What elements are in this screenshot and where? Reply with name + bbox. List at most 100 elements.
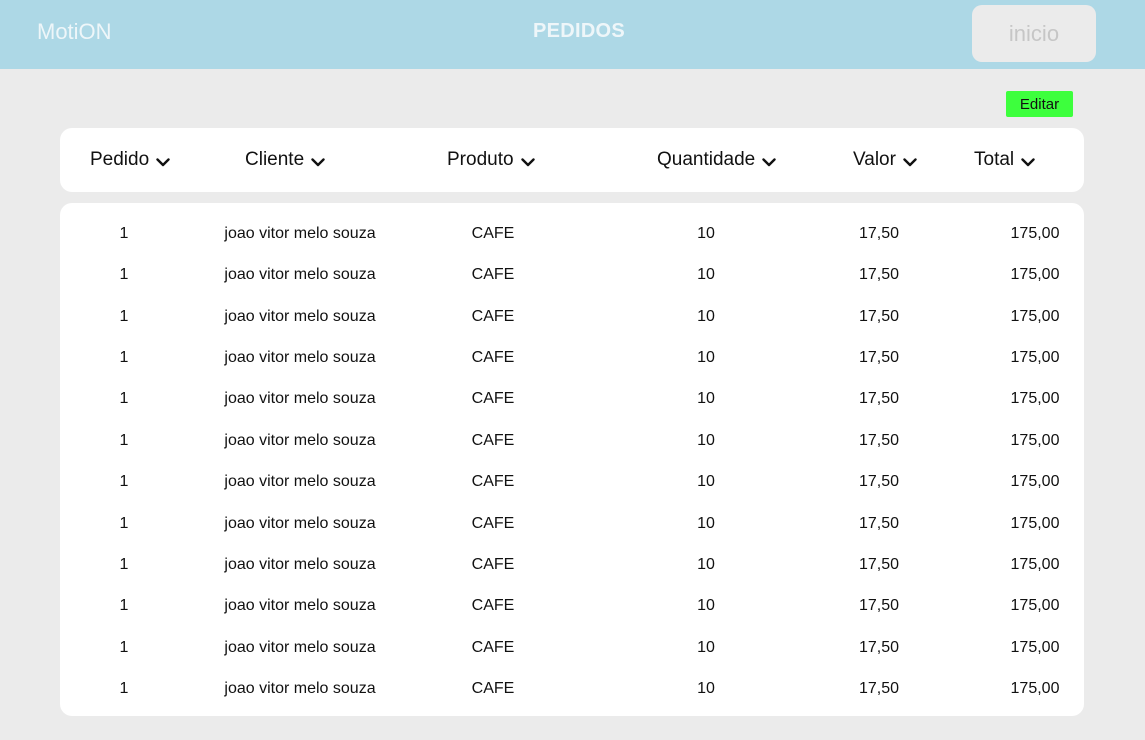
edit-button[interactable]: Editar (1006, 91, 1073, 117)
column-header-valor[interactable]: Valor (853, 128, 917, 192)
table-cell: 1 (119, 473, 129, 491)
column-header-quantidade[interactable]: Quantidade (657, 128, 776, 192)
column-header-label: Cliente (245, 149, 305, 170)
table-cell: 175,00 (1010, 307, 1060, 325)
table-cell: 17,50 (858, 473, 900, 491)
table-cell: 175,00 (1010, 349, 1060, 367)
chevron-down-icon (156, 157, 170, 166)
table-header: Pedido Cliente Produto Quantidade Valor … (60, 128, 1084, 192)
table-cell: 175,00 (1010, 431, 1060, 449)
chevron-down-icon (1021, 157, 1035, 166)
table-cell: joao vitor melo souza (224, 679, 376, 697)
table-cell: 10 (697, 266, 715, 284)
table-cell: CAFE (471, 679, 515, 697)
table-cell: 175,00 (1010, 514, 1060, 532)
column-header-produto[interactable]: Produto (447, 128, 535, 192)
table-cell: joao vitor melo souza (224, 473, 376, 491)
table-cell: 175,00 (1010, 555, 1060, 573)
table-cell: 175,00 (1010, 390, 1060, 408)
table-cell: 175,00 (1010, 638, 1060, 656)
table-cell: CAFE (471, 390, 515, 408)
chevron-down-icon (311, 157, 325, 166)
table-cell: 10 (697, 225, 715, 242)
table-cell: CAFE (471, 473, 515, 491)
table-cell: joao vitor melo souza (224, 307, 376, 325)
table-row[interactable]: 1 joao vitor melo souza CAFE 10 17,50 175,00 (60, 420, 1084, 461)
table-cell: CAFE (471, 555, 515, 573)
table-cell: 17,50 (858, 597, 900, 615)
table-cell: 17,50 (858, 225, 900, 242)
column-header-total[interactable]: Total (974, 128, 1035, 192)
table-cell: 17,50 (858, 266, 900, 284)
table-row[interactable]: 1 joao vitor melo souza CAFE 10 17,50 175,00 (60, 337, 1084, 378)
table-cell: 175,00 (1010, 266, 1060, 284)
table-row[interactable]: 1 joao vitor melo souza CAFE 10 17,50 175,00 (60, 296, 1084, 337)
table-cell: 1 (119, 431, 129, 449)
table-cell: 1 (119, 597, 129, 615)
column-header-label: Quantidade (657, 149, 756, 170)
table-cell: CAFE (471, 349, 515, 367)
inicio-button-label: inicio (1008, 20, 1060, 46)
table-row[interactable]: 1 joao vitor melo souza CAFE 10 17,50 175,00 (60, 544, 1084, 585)
table-cell: CAFE (471, 266, 515, 284)
chevron-down-icon (520, 157, 535, 166)
table-cell: 17,50 (858, 679, 900, 697)
table-cell: 17,50 (858, 431, 900, 449)
table-cell: 175,00 (1010, 679, 1060, 697)
table-cell: 17,50 (858, 390, 900, 408)
table-row[interactable]: 1 joao vitor melo souza CAFE 10 17,50 175,00 (60, 213, 1084, 254)
table-cell: 1 (119, 266, 129, 284)
table-cell: 10 (697, 473, 715, 491)
table-row[interactable]: 1 joao vitor melo souza CAFE 10 17,50 175,00 (60, 668, 1084, 709)
column-header-pedido[interactable]: Pedido (90, 128, 170, 192)
table-cell: 1 (119, 679, 129, 697)
chevron-down-icon (903, 157, 917, 166)
table-cell: 1 (119, 555, 129, 573)
table-row[interactable]: 1 joao vitor melo souza CAFE 10 17,50 175,00 (60, 378, 1084, 419)
chevron-down-icon (762, 157, 776, 166)
table-row[interactable]: 1 joao vitor melo souza CAFE 10 17,50 175,00 (60, 254, 1084, 295)
table-cell: CAFE (471, 225, 515, 242)
column-header-cliente[interactable]: Cliente (245, 128, 325, 192)
inicio-button[interactable]: inicio (972, 5, 1096, 62)
column-header-label: Pedido (90, 149, 150, 170)
table-cell: 1 (119, 514, 129, 532)
table-cell: 1 (119, 638, 129, 656)
table-cell: 1 (119, 307, 129, 325)
table-cell: joao vitor melo souza (224, 597, 376, 615)
table-cell: joao vitor melo souza (224, 390, 376, 408)
table-cell: 17,50 (858, 349, 900, 367)
column-header-label: Produto (447, 149, 514, 170)
table-cell: 17,50 (858, 555, 900, 573)
table-row[interactable]: 1 joao vitor melo souza CAFE 10 17,50 175,00 (60, 585, 1084, 626)
table-cell: 10 (697, 514, 715, 532)
table-cell: 175,00 (1010, 473, 1060, 491)
table-cell: 10 (697, 307, 715, 325)
table-cell: 10 (697, 349, 715, 367)
table-cell: 10 (697, 597, 715, 615)
table-body: 1 joao vitor melo souza CAFE 10 17,50 175,00 1… (60, 203, 1084, 716)
table-row[interactable]: 1 joao vitor melo souza CAFE 10 17,50 175,00 (60, 461, 1084, 502)
table-row[interactable]: 1 joao vitor melo souza CAFE 10 17,50 175,00 (60, 627, 1084, 668)
top-bar: MotiON PEDIDOS inicio (0, 0, 1145, 69)
table-cell: joao vitor melo souza (224, 638, 376, 656)
table-cell: joao vitor melo souza (224, 514, 376, 532)
table-cell: 1 (119, 390, 129, 408)
table-cell: 10 (697, 679, 715, 697)
table-cell: 17,50 (858, 638, 900, 656)
column-header-label: Valor (853, 149, 896, 170)
table-cell: CAFE (471, 514, 515, 532)
table-cell: 17,50 (858, 307, 900, 325)
table-row[interactable]: 1 joao vitor melo souza CAFE 10 17,50 175,00 (60, 503, 1084, 544)
table-cell: joao vitor melo souza (224, 266, 376, 284)
table-cell: 17,50 (858, 514, 900, 532)
table-cell: joao vitor melo souza (224, 225, 376, 242)
table-cell: CAFE (471, 307, 515, 325)
table-cell: 1 (119, 225, 129, 242)
table-cell: 175,00 (1010, 225, 1060, 242)
table-cell: CAFE (471, 638, 515, 656)
column-header-label: Total (974, 149, 1015, 170)
table-cell: joao vitor melo souza (224, 349, 376, 367)
table-cell: joao vitor melo souza (224, 431, 376, 449)
table-cell: 175,00 (1010, 597, 1060, 615)
